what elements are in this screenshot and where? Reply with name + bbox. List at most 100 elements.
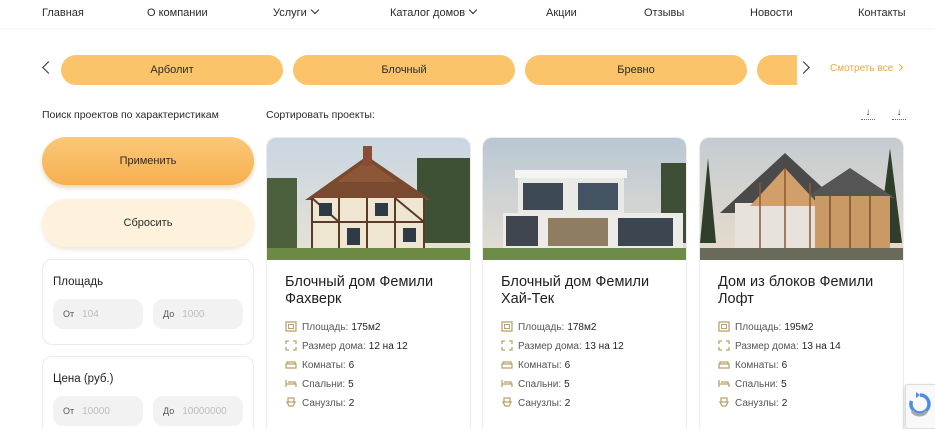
category-pill-block[interactable]: Блочный xyxy=(293,55,515,85)
from-prefix: От xyxy=(63,309,75,319)
project-card[interactable]: Блочный дом Фемили Фахверк Площадь: 175м2… xyxy=(266,137,471,429)
area-from-placeholder: 104 xyxy=(82,309,99,320)
project-card[interactable]: Блочный дом Фемили Хай-Тек Площадь: 178м2… xyxy=(482,137,687,429)
nav-item-reviews[interactable]: Отзывы xyxy=(644,7,684,19)
spec-value: 13 на 12 xyxy=(584,341,624,352)
spec-size: Размер дома: 12 на 12 xyxy=(285,340,408,352)
category-pill-arbolit[interactable]: Арболит xyxy=(61,55,283,85)
price-to-field[interactable]: До 10000000 xyxy=(153,396,243,426)
see-all-label: Смотреть все xyxy=(830,63,894,74)
price-filter: Цена (руб.) От 10000 До 10000000 xyxy=(42,356,254,429)
expand-icon xyxy=(718,340,730,351)
area-filter: Площадь От 104 До 1000 xyxy=(42,259,254,345)
toilet-icon xyxy=(501,397,513,407)
price-from-placeholder: 10000 xyxy=(82,406,110,417)
chevron-right-icon xyxy=(896,63,904,72)
spec-value: 2 xyxy=(781,398,788,409)
spec-label: Площадь: xyxy=(735,322,782,333)
see-all-link[interactable]: Смотреть все xyxy=(830,63,904,74)
bed-icon xyxy=(285,380,297,387)
project-title[interactable]: Блочный дом Фемили Хай-Тек xyxy=(501,274,681,308)
area-from-field[interactable]: От 104 xyxy=(53,299,143,329)
category-carousel: Арболит Блочный Бревно Смотреть все xyxy=(0,52,935,88)
spec-label: Комнаты: xyxy=(302,360,346,371)
nav-item-label: Новости xyxy=(750,7,793,19)
chevron-left-icon[interactable] xyxy=(42,61,55,74)
spec-area: Площадь: 178м2 xyxy=(501,321,596,333)
project-title[interactable]: Дом из блоков Фемили Лофт xyxy=(718,274,898,308)
recaptcha-badge[interactable] xyxy=(905,384,935,429)
bed-icon xyxy=(501,380,513,387)
spec-bathrooms: Санузлы: 2 xyxy=(718,397,787,409)
spec-value: 12 на 12 xyxy=(368,341,408,352)
house-photo[interactable] xyxy=(700,138,903,260)
expand-icon xyxy=(501,340,513,351)
spec-bedrooms: Спальни: 5 xyxy=(501,378,570,390)
reset-button[interactable]: Сбросить xyxy=(42,199,254,247)
area-filter-label: Площадь xyxy=(53,276,104,288)
chevron-down-icon xyxy=(468,5,478,15)
nav-item-contacts[interactable]: Контакты xyxy=(858,7,906,19)
nav-item-label: Отзывы xyxy=(644,7,685,19)
nav-item-label: Акции xyxy=(546,7,577,19)
spec-label: Спальни: xyxy=(518,379,562,390)
spec-value: 13 на 14 xyxy=(801,341,841,352)
nav-item-catalog[interactable]: Каталог домов xyxy=(390,5,478,19)
nav-item-promotions[interactable]: Акции xyxy=(546,7,577,19)
nav-item-news[interactable]: Новости xyxy=(750,7,793,19)
spec-value: 2 xyxy=(564,398,571,409)
chevron-down-icon xyxy=(310,5,320,15)
nav-item-about[interactable]: О компании xyxy=(147,7,208,19)
nav-item-services[interactable]: Услуги xyxy=(273,5,320,19)
spec-value: 178м2 xyxy=(567,322,597,333)
nav-item-home[interactable]: Главная xyxy=(42,7,84,19)
category-pill-log[interactable]: Бревно xyxy=(525,55,747,85)
spec-label: Площадь: xyxy=(302,322,349,333)
nav-item-label: О компании xyxy=(147,7,208,19)
spec-label: Санузлы: xyxy=(518,398,562,409)
spec-label: Площадь: xyxy=(518,322,565,333)
spec-area: Площадь: 175м2 xyxy=(285,321,380,333)
spec-rooms: Комнаты: 6 xyxy=(501,359,570,371)
price-from-field[interactable]: От 10000 xyxy=(53,396,143,426)
toilet-icon xyxy=(718,397,730,407)
category-pill-partial[interactable] xyxy=(757,55,797,85)
nav-item-label: Контакты xyxy=(858,7,906,19)
spec-label: Спальни: xyxy=(302,379,346,390)
expand-icon xyxy=(285,340,297,351)
sort-down-icon[interactable]: ↓ xyxy=(892,108,906,120)
sort-down-icon[interactable]: ↓ xyxy=(861,108,875,120)
spec-value: 6 xyxy=(781,360,788,371)
top-navigation: Главная О компании Услуги Каталог домов … xyxy=(0,0,935,28)
price-to-placeholder: 10000000 xyxy=(182,406,227,417)
spec-area: Площадь: 195м2 xyxy=(718,321,813,333)
spec-value: 6 xyxy=(564,360,571,371)
project-title[interactable]: Блочный дом Фемили Фахверк xyxy=(285,274,465,308)
bed-icon xyxy=(718,380,730,387)
spec-value: 5 xyxy=(781,379,787,390)
nav-item-label: Услуги xyxy=(273,7,307,19)
spec-label: Размер дома: xyxy=(735,341,799,352)
spec-value: 195м2 xyxy=(784,322,814,333)
sofa-icon xyxy=(285,361,297,369)
house-photo[interactable] xyxy=(267,138,470,260)
spec-value: 2 xyxy=(348,398,355,409)
spec-value: 6 xyxy=(348,360,355,371)
spec-label: Комнаты: xyxy=(735,360,779,371)
recaptcha-icon xyxy=(909,392,931,417)
apply-button[interactable]: Применить xyxy=(42,137,254,185)
toilet-icon xyxy=(285,397,297,407)
from-prefix: От xyxy=(63,406,75,416)
house-photo[interactable] xyxy=(483,138,686,260)
spec-bedrooms: Спальни: 5 xyxy=(718,378,787,390)
area-to-field[interactable]: До 1000 xyxy=(153,299,243,329)
area-icon xyxy=(718,321,730,332)
spec-rooms: Комнаты: 6 xyxy=(718,359,787,371)
spec-value: 5 xyxy=(348,379,354,390)
nav-item-label: Каталог домов xyxy=(390,7,466,19)
nav-item-label: Главная xyxy=(42,7,84,19)
spec-label: Размер дома: xyxy=(302,341,366,352)
chevron-right-icon[interactable] xyxy=(797,61,810,74)
area-icon xyxy=(285,321,297,332)
project-card[interactable]: Дом из блоков Фемили Лофт Площадь: 195м2 … xyxy=(699,137,904,429)
